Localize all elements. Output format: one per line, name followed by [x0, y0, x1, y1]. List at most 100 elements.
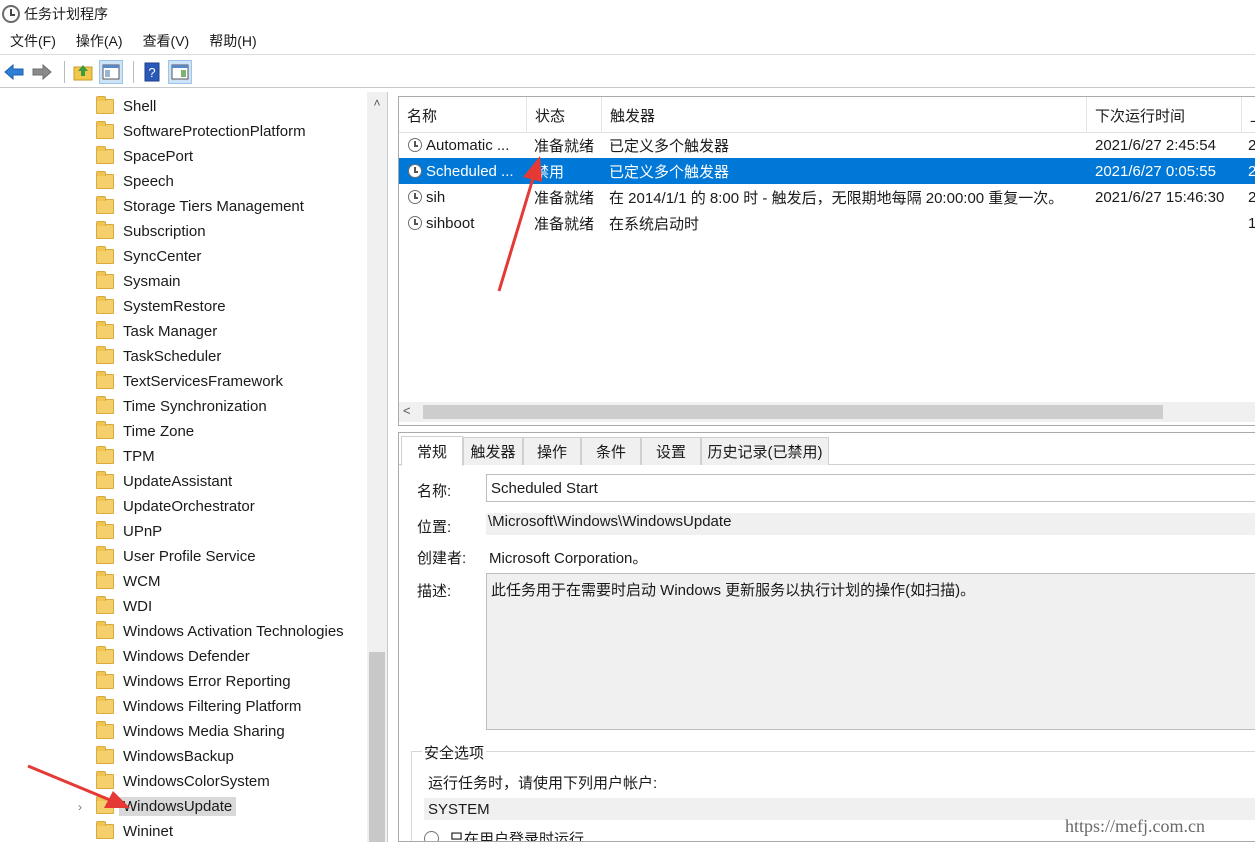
tree-item[interactable]: UPnP	[96, 519, 162, 544]
tab-conditions[interactable]: 条件	[581, 437, 641, 465]
scroll-left-icon[interactable]: <	[403, 403, 411, 418]
location-label: 位置:	[417, 519, 452, 536]
tree-item[interactable]: Speech	[96, 169, 174, 194]
tree-item-windowsupdate[interactable]: WindowsUpdate	[96, 794, 237, 819]
radio-button[interactable]	[424, 831, 439, 841]
folder-icon	[96, 121, 114, 139]
tree-item[interactable]: Time Zone	[96, 419, 194, 444]
menu-action[interactable]: 操作(A)	[66, 31, 133, 51]
tree-item[interactable]: Time Synchronization	[96, 394, 267, 419]
tree-item[interactable]: SyncCenter	[96, 244, 201, 269]
window-title: 任务计划程序	[24, 5, 108, 22]
table-row-selected[interactable]: Scheduled ... 禁用 已定义多个触发器 2021/6/27 0:05…	[399, 158, 1255, 184]
folder-icon	[96, 396, 114, 414]
task-clock-icon	[408, 216, 422, 230]
scrollbar-thumb[interactable]	[369, 652, 385, 842]
folder-icon	[96, 371, 114, 389]
menu-view[interactable]: 查看(V)	[133, 31, 200, 51]
folder-icon	[96, 96, 114, 114]
tab-general[interactable]: 常规	[401, 436, 463, 466]
back-arrow-icon[interactable]	[2, 60, 26, 84]
tab-settings[interactable]: 设置	[641, 437, 701, 465]
run-only-logged-on-option[interactable]: 只在用户登录时运行	[424, 828, 584, 841]
toolbar-separator	[64, 60, 65, 83]
tab-actions[interactable]: 操作	[523, 437, 581, 465]
tree-item[interactable]: Storage Tiers Management	[96, 194, 304, 219]
tree-item[interactable]: Windows Error Reporting	[96, 669, 291, 694]
tree-item[interactable]: Shell	[96, 94, 156, 119]
tree-item[interactable]: SystemRestore	[96, 294, 226, 319]
tree-item[interactable]: Windows Activation Technologies	[96, 619, 344, 644]
task-scheduler-app-icon	[2, 4, 20, 23]
table-row[interactable]: Automatic ... 准备就绪 已定义多个触发器 2021/6/27 2:…	[399, 132, 1255, 158]
tree-item[interactable]: Subscription	[96, 219, 206, 244]
show-hide-action-pane-icon[interactable]	[168, 59, 192, 84]
tree-scrollbar[interactable]: ˄	[367, 92, 387, 842]
column-header-name[interactable]: 名称	[399, 97, 527, 133]
tree-item[interactable]: Task Manager	[96, 319, 217, 344]
folder-icon	[96, 271, 114, 289]
tree-item[interactable]: SoftwareProtectionPlatform	[96, 119, 306, 144]
tree-item[interactable]: Windows Defender	[96, 644, 250, 669]
tree-item[interactable]: TPM	[96, 444, 155, 469]
title-bar: 任务计划程序	[0, 0, 1255, 27]
folder-icon	[96, 246, 114, 264]
author-value: Microsoft Corporation。	[489, 550, 648, 567]
tree-item[interactable]: Windows Filtering Platform	[96, 694, 301, 719]
task-clock-icon	[408, 138, 422, 152]
folder-icon	[96, 196, 114, 214]
tree-item[interactable]: Sysmain	[96, 269, 181, 294]
folder-icon	[96, 746, 114, 764]
tree-item[interactable]: UpdateAssistant	[96, 469, 232, 494]
folder-icon	[96, 146, 114, 164]
security-options-title: 安全选项	[422, 742, 487, 763]
tree-item[interactable]: SpacePort	[96, 144, 193, 169]
forward-arrow-icon[interactable]	[30, 60, 54, 84]
description-label: 描述:	[417, 583, 452, 600]
folder-up-icon[interactable]	[71, 60, 95, 84]
tab-history[interactable]: 历史记录(已禁用)	[701, 437, 829, 465]
folder-icon	[96, 496, 114, 514]
folder-icon	[96, 296, 114, 314]
table-row[interactable]: sihboot 准备就绪 在系统启动时 1	[399, 210, 1255, 236]
show-hide-console-tree-icon[interactable]	[99, 59, 123, 84]
table-row[interactable]: sih 准备就绪 在 2014/1/1 的 8:00 时 - 触发后，无限期地每…	[399, 184, 1255, 210]
tree-item[interactable]: WCM	[96, 569, 161, 594]
folder-icon	[96, 646, 114, 664]
tree-item[interactable]: User Profile Service	[96, 544, 256, 569]
folder-icon	[96, 546, 114, 564]
chevron-right-icon[interactable]: ›	[78, 794, 88, 819]
name-label: 名称:	[417, 483, 452, 500]
task-list-hscrollbar[interactable]: <	[399, 402, 1255, 422]
menu-file[interactable]: 文件(F)	[0, 31, 66, 51]
scrollbar-thumb[interactable]	[423, 405, 1163, 419]
folder-icon	[96, 471, 114, 489]
menu-help[interactable]: 帮助(H)	[199, 31, 266, 51]
description-field[interactable]: 此任务用于在需要时启动 Windows 更新服务以执行计划的操作(如扫描)。	[486, 573, 1255, 730]
tree-item[interactable]: WindowsBackup	[96, 744, 234, 769]
tree-item[interactable]: TaskScheduler	[96, 344, 221, 369]
column-header-status[interactable]: 状态	[527, 97, 602, 133]
tree-item[interactable]: WDI	[96, 594, 152, 619]
tree-item[interactable]: Windows Media Sharing	[96, 719, 285, 744]
name-field[interactable]: Scheduled Start	[486, 474, 1255, 502]
run-as-label: 运行任务时，请使用下列用户帐户:	[428, 775, 658, 792]
author-label: 创建者:	[417, 550, 467, 567]
tree-item[interactable]: TextServicesFramework	[96, 369, 283, 394]
task-clock-icon	[408, 190, 422, 204]
help-icon[interactable]: ?	[140, 60, 164, 84]
task-details-pane: 常规 触发器 操作 条件 设置 历史记录(已禁用) 名称: Scheduled …	[398, 432, 1255, 842]
menu-bar: 文件(F) 操作(A) 查看(V) 帮助(H)	[0, 27, 1255, 55]
tab-triggers[interactable]: 触发器	[463, 437, 523, 465]
column-header-last-run[interactable]: 上	[1242, 97, 1255, 133]
column-header-trigger[interactable]: 触发器	[602, 97, 1087, 133]
tree-item[interactable]: WindowsColorSystem	[96, 769, 270, 794]
column-header-next-run[interactable]: 下次运行时间	[1087, 97, 1242, 133]
tree-item[interactable]: Wininet	[96, 819, 173, 842]
scroll-up-icon[interactable]: ˄	[367, 96, 387, 112]
folder-icon	[96, 696, 114, 714]
tree-item[interactable]: UpdateOrchestrator	[96, 494, 255, 519]
task-list: 名称 状态 触发器 下次运行时间 上 Automatic ... 准备就绪 已定…	[398, 96, 1255, 426]
folder-icon	[96, 821, 114, 839]
location-value: \Microsoft\Windows\WindowsUpdate	[486, 513, 1255, 535]
